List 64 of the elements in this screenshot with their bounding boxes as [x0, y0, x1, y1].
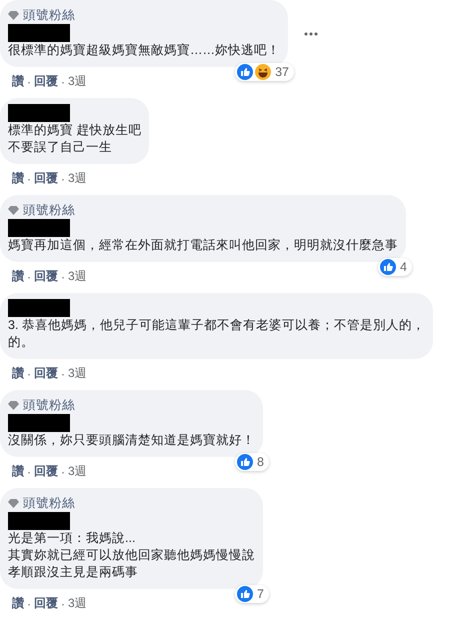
separator-dot: ·	[61, 464, 65, 478]
redaction-bar	[8, 104, 70, 122]
separator-dot: ·	[27, 270, 31, 284]
redaction-bar	[8, 512, 70, 530]
separator-dot: ·	[27, 596, 31, 610]
reply-link[interactable]: 回覆	[34, 365, 58, 382]
top-fan-label: 頭號粉絲	[23, 396, 75, 414]
like-icon	[237, 64, 254, 80]
diamond-icon	[8, 498, 19, 508]
timestamp[interactable]: 3週	[68, 268, 87, 285]
reply-link[interactable]: 回覆	[34, 595, 58, 612]
timestamp[interactable]: 3週	[68, 73, 87, 90]
separator-dot: ·	[27, 74, 31, 88]
diamond-icon	[8, 206, 19, 214]
more-icon	[304, 32, 318, 36]
like-link[interactable]: 讚	[12, 268, 24, 285]
diamond-icon	[8, 400, 19, 410]
top-fan-label: 頭號粉絲	[23, 202, 75, 218]
reaction-count[interactable]: 37	[235, 63, 294, 81]
like-link[interactable]: 讚	[12, 595, 24, 612]
laughing-emoji-icon	[255, 64, 272, 80]
comment-text: 媽寶再加這個，經常在外面就打電話來叫他回家，明明就沒什麼急事	[8, 237, 398, 254]
comment-text: 光是第一項：我媽說...	[8, 530, 136, 547]
comment-text: 其實妳就已經可以放他回家聽他媽媽慢慢說	[8, 547, 255, 564]
separator-dot: ·	[61, 366, 65, 380]
comment-text: 標準的媽寶 趕快放生吧	[8, 122, 142, 139]
timestamp[interactable]: 3週	[68, 170, 87, 187]
timestamp[interactable]: 3週	[68, 463, 87, 480]
redaction-bar	[8, 299, 70, 317]
reaction-count[interactable]: 7	[235, 585, 269, 603]
top-fan-label: 頭號粉絲	[23, 6, 75, 24]
like-link[interactable]: 讚	[12, 73, 24, 90]
redaction-bar	[8, 24, 70, 42]
redaction-bar	[8, 219, 70, 237]
reply-link[interactable]: 回覆	[34, 170, 58, 187]
timestamp[interactable]: 3週	[68, 365, 87, 382]
separator-dot: ·	[61, 270, 65, 284]
like-icon	[237, 586, 254, 602]
comment-text: 不要誤了自己一生	[8, 139, 112, 156]
comment-text: 孝順跟沒主見是兩碼事	[8, 564, 138, 581]
separator-dot: ·	[27, 464, 31, 478]
separator-dot: ·	[61, 74, 65, 88]
reply-link[interactable]: 回覆	[34, 268, 58, 285]
comment-text: 的。	[8, 334, 34, 351]
top-fan-label: 頭號粉絲	[23, 494, 75, 512]
like-icon	[237, 454, 254, 470]
comment-text: 沒關係，妳只要頭腦清楚知道是媽寶就好！	[8, 432, 255, 449]
reaction-count[interactable]: 4	[378, 258, 412, 276]
like-icon	[380, 259, 396, 275]
separator-dot: ·	[27, 366, 31, 380]
redaction-bar	[8, 414, 70, 432]
comment-text: 很標準的媽寶超級媽寶無敵媽寶……妳快逃吧！	[8, 42, 280, 59]
separator-dot: ·	[61, 172, 65, 186]
reaction-count[interactable]: 8	[235, 453, 269, 471]
separator-dot: ·	[27, 172, 31, 186]
comment-text: 3. 恭喜他媽媽，他兒子可能這輩子都不會有老婆可以養；不管是別人的，	[8, 317, 425, 334]
like-link[interactable]: 讚	[12, 463, 24, 480]
separator-dot: ·	[61, 596, 65, 610]
like-link[interactable]: 讚	[12, 365, 24, 382]
reply-link[interactable]: 回覆	[34, 73, 58, 90]
like-link[interactable]: 讚	[12, 170, 24, 187]
timestamp[interactable]: 3週	[68, 595, 87, 612]
reply-link[interactable]: 回覆	[34, 463, 58, 480]
diamond-icon	[8, 10, 19, 20]
